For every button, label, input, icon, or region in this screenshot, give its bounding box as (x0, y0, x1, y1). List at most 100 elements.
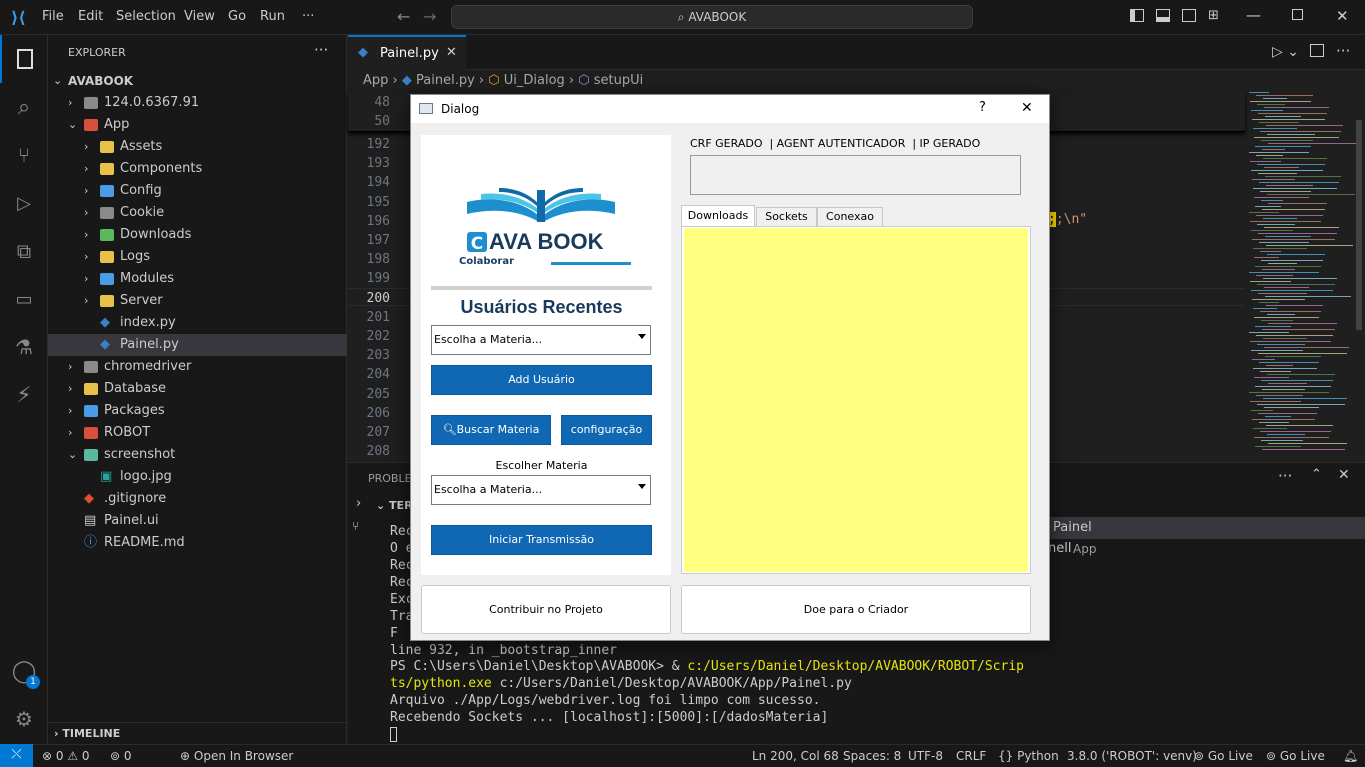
donate-button[interactable]: Doe para o Criador (681, 585, 1031, 634)
tree-item[interactable]: › 124.0.6367.91 (48, 92, 347, 114)
tree-item[interactable]: › chromedriver (48, 356, 347, 378)
tree-item[interactable]: ▣ logo.jpg (48, 466, 347, 488)
golive-status-2[interactable]: ⊚ Go Live (1266, 749, 1325, 763)
tab-close-icon[interactable]: ✕ (446, 45, 457, 60)
more-actions-icon[interactable]: ··· (314, 41, 328, 59)
split-editor-icon[interactable] (1310, 44, 1324, 57)
tree-item[interactable]: › Packages (48, 400, 347, 422)
contribute-button[interactable]: Contribuir no Projeto (421, 585, 671, 634)
open-browser-status[interactable]: ⊕ Open In Browser (180, 749, 293, 763)
menu-more[interactable]: ··· (302, 9, 314, 24)
back-arrow-icon[interactable]: ← (397, 7, 410, 26)
toggle-sidebar-icon[interactable] (1130, 9, 1144, 22)
tab-conexao[interactable]: Conexao (817, 207, 883, 227)
tree-item[interactable]: › Database (48, 378, 347, 400)
search-view-icon[interactable]: ⌕ (0, 83, 48, 131)
terminal-link-icon[interactable]: ⑂ (352, 519, 359, 533)
encoding-status[interactable]: UTF-8 (908, 749, 943, 763)
tree-item[interactable]: › Assets (48, 136, 347, 158)
terminal-header[interactable]: ⌄ TER (376, 499, 413, 512)
close-panel-icon[interactable]: ✕ (1338, 467, 1350, 483)
indentation-status[interactable]: Spaces: 8 (843, 749, 901, 763)
chevron-right-icon: › (68, 426, 73, 439)
problems-status[interactable]: ⊗ 0 ⚠ 0 (42, 749, 90, 763)
tree-item[interactable]: › Logs (48, 246, 347, 268)
run-file-icon[interactable]: ▷ ⌄ (1272, 44, 1299, 60)
panel-more-icon[interactable]: ··· (1278, 467, 1292, 485)
toggle-panel-icon[interactable] (1156, 9, 1170, 22)
tab-sockets[interactable]: Sockets (756, 207, 817, 227)
maximize-panel-icon[interactable]: ⌃ (1311, 467, 1322, 482)
tree-item[interactable]: › Downloads (48, 224, 347, 246)
run-debug-icon[interactable]: ▷ (0, 179, 48, 227)
remote-indicator-icon[interactable]: ⤬ (0, 744, 33, 767)
customize-layout-icon[interactable]: ⊞ (1208, 8, 1219, 23)
language-status[interactable]: {} Python (998, 749, 1059, 763)
notifications-icon[interactable]: 🔔︎ (1343, 749, 1358, 763)
editor-scrollbar[interactable] (1356, 120, 1362, 330)
downloads-area[interactable] (684, 228, 1028, 572)
tab-downloads[interactable]: Downloads (681, 205, 755, 227)
menu-run[interactable]: Run (260, 9, 285, 24)
minimap[interactable] (1245, 92, 1357, 454)
search-materia-button[interactable]: 🔍︎Buscar Materia (431, 415, 551, 445)
workspace-root[interactable]: ⌄ AVABOOK (48, 70, 347, 92)
terminal-name[interactable]: nell (1048, 541, 1071, 556)
golive-status[interactable]: ⊚ Go Live (1194, 749, 1253, 763)
minimap-line (1267, 374, 1335, 375)
restore-icon[interactable] (1292, 9, 1303, 20)
source-control-icon[interactable]: ⑂ (0, 131, 48, 179)
ports-status[interactable]: ⊚ 0 (110, 749, 132, 763)
status-text-box[interactable] (690, 155, 1021, 195)
add-user-button[interactable]: Add Usuário (431, 365, 652, 395)
forward-arrow-icon[interactable]: → (423, 7, 436, 26)
toggle-secondary-sidebar-icon[interactable] (1182, 9, 1196, 22)
tree-item[interactable]: › Config (48, 180, 347, 202)
tab-painel-py[interactable]: ◆ Painel.py ✕ (348, 35, 466, 70)
window-close-icon[interactable]: ✕ (1336, 7, 1349, 25)
tree-item[interactable]: ◆ .gitignore (48, 488, 347, 510)
command-center[interactable]: ⌕ AVABOOK (451, 5, 973, 29)
minimap-line (1259, 182, 1339, 183)
menu-edit[interactable]: Edit (78, 9, 103, 24)
timeline-section[interactable]: › TIMELINE (48, 722, 347, 744)
interpreter-status[interactable]: 3.8.0 ('ROBOT': venv) (1067, 749, 1197, 763)
materia-select-1[interactable]: Escolha a Materia... (431, 325, 651, 355)
breadcrumb-item[interactable]: Painel.py (416, 73, 475, 88)
menu-go[interactable]: Go (228, 9, 246, 24)
testing-icon[interactable]: ⚗ (0, 323, 48, 371)
dialog-close-button[interactable]: ✕ (1021, 100, 1033, 116)
menu-view[interactable]: View (184, 9, 215, 24)
minimize-icon[interactable]: — (1246, 6, 1261, 24)
breadcrumb-item[interactable]: Ui_Dialog (504, 73, 565, 88)
extensions-icon[interactable]: ⧉ (0, 227, 48, 275)
editor-more-icon[interactable]: ··· (1336, 42, 1350, 60)
chevron-right-icon[interactable]: › (356, 496, 361, 511)
live-share-icon[interactable]: ⚡ (0, 371, 48, 419)
tree-item[interactable]: ◆ index.py (48, 312, 347, 334)
menu-selection[interactable]: Selection (116, 9, 176, 24)
settings-gear-icon[interactable]: ⚙ (0, 695, 48, 743)
account-icon[interactable]: ◯ 1 (0, 647, 48, 695)
tree-item[interactable]: › Server (48, 290, 347, 312)
breadcrumb-item[interactable]: setupUi (594, 73, 644, 88)
explorer-icon[interactable] (0, 35, 48, 83)
breadcrumb-item[interactable]: App (363, 73, 388, 88)
config-button[interactable]: configuração (561, 415, 652, 445)
tree-item[interactable]: ⌄ screenshot (48, 444, 347, 466)
cursor-position[interactable]: Ln 200, Col 68 (752, 749, 839, 763)
help-button[interactable]: ? (979, 100, 986, 115)
tree-item[interactable]: › Components (48, 158, 347, 180)
tree-item[interactable]: ◆ Painel.py (48, 334, 347, 356)
start-transmission-button[interactable]: Iniciar Transmissão (431, 525, 652, 555)
eol-status[interactable]: CRLF (956, 749, 986, 763)
tree-item[interactable]: ⓘ README.md (48, 532, 347, 554)
tree-item[interactable]: › ROBOT (48, 422, 347, 444)
tree-item[interactable]: › Modules (48, 268, 347, 290)
menu-file[interactable]: File (42, 9, 64, 24)
remote-explorer-icon[interactable]: ▭ (0, 275, 48, 323)
materia-select-2[interactable]: Escolha a Materia... (431, 475, 651, 505)
tree-item[interactable]: ▤ Painel.ui (48, 510, 347, 532)
tree-item[interactable]: › Cookie (48, 202, 347, 224)
tree-item[interactable]: ⌄ App (48, 114, 347, 136)
